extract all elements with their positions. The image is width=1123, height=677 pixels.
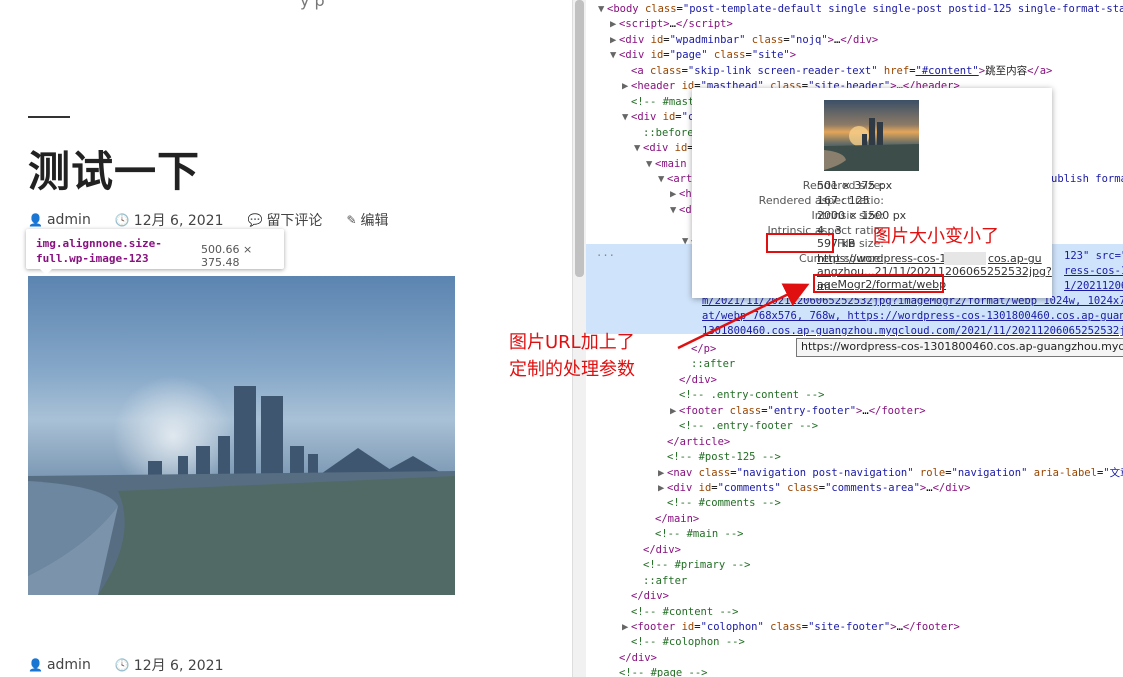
annotation-arrow bbox=[677, 283, 810, 350]
